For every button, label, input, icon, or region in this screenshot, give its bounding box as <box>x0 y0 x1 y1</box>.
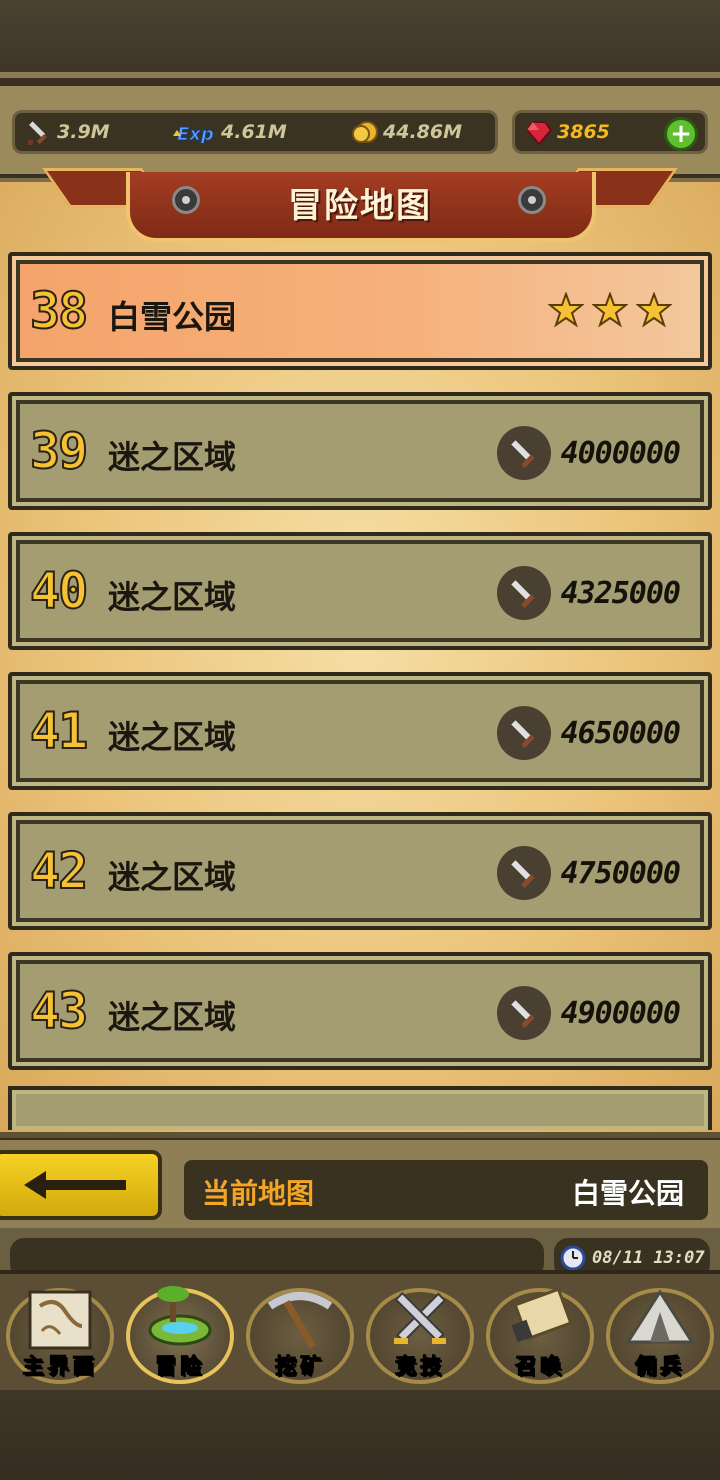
nav-main[interactable]: 主界面 <box>2 1280 118 1386</box>
add-gems-button[interactable]: + <box>664 117 698 151</box>
red-gem-icon <box>525 118 553 146</box>
level-row-43[interactable]: 43 迷之区域 4900000 <box>8 952 712 1070</box>
sword-icon <box>496 426 551 480</box>
nav-adventure[interactable]: 冒险 <box>122 1280 238 1386</box>
attack-resource: 3.9M <box>25 113 110 151</box>
level-number: 39 <box>29 421 89 481</box>
level-number: 40 <box>29 561 89 621</box>
nav-mining[interactable]: 挖矿 <box>242 1280 358 1386</box>
nav-label: 冒险 <box>155 1354 205 1379</box>
cost-value: 4750000 <box>560 855 681 891</box>
pickaxe-icon <box>267 1292 333 1349</box>
level-row-partial[interactable] <box>8 1086 712 1130</box>
gold-value: 44.86M <box>383 121 463 143</box>
sword-icon <box>25 118 53 146</box>
level-number: 38 <box>29 281 89 341</box>
gold-coin-icon <box>351 118 379 146</box>
bottom-nav: 主界面 冒险 挖矿 竞技 召唤 佣兵 <box>0 1270 720 1390</box>
level-row-41[interactable]: 41 迷之区域 4650000 <box>8 672 712 790</box>
level-name: 迷之区域 <box>108 438 237 476</box>
nav-label: 佣兵 <box>635 1354 685 1379</box>
sword-icon <box>496 706 551 760</box>
level-name: 迷之区域 <box>108 998 237 1036</box>
level-name: 迷之区域 <box>108 578 237 616</box>
sword-icon <box>496 846 551 900</box>
unlock-cost: 4900000 <box>496 986 681 1040</box>
unlock-cost: 4750000 <box>496 846 681 900</box>
nav-label: 挖矿 <box>275 1354 325 1379</box>
clock-text: 08/11 13:07 <box>592 1248 705 1268</box>
current-map-box: 当前地图 白雪公园 <box>184 1160 708 1220</box>
level-row-38[interactable]: 38 白雪公园 <box>8 252 712 370</box>
sword-icon <box>496 986 551 1040</box>
back-arrow-icon <box>24 1171 126 1199</box>
resource-pill-main: 3.9M Exp 4.61M 44.86M <box>12 110 498 154</box>
top-map-background <box>0 0 720 78</box>
current-map-bar: 当前地图 白雪公园 <box>0 1140 720 1228</box>
title-banner: 冒险地图 <box>41 166 679 246</box>
cost-value: 4325000 <box>560 575 681 611</box>
nav-label: 竞技 <box>395 1354 445 1379</box>
unlock-cost: 4000000 <box>496 426 681 480</box>
gem-value: 3865 <box>557 121 610 143</box>
plus-icon: + <box>670 119 692 149</box>
star-icon <box>592 292 628 328</box>
nav-arena[interactable]: 竞技 <box>362 1280 478 1386</box>
level-row-39[interactable]: 39 迷之区域 4000000 <box>8 392 712 510</box>
resource-bar: 3.9M Exp 4.61M 44.86M 3865 <box>0 86 720 174</box>
back-button[interactable] <box>0 1150 162 1220</box>
nav-label: 主界面 <box>22 1354 98 1379</box>
sword-icon <box>496 566 551 620</box>
current-map-value: 白雪公园 <box>571 1177 684 1210</box>
nav-mercenary[interactable]: 佣兵 <box>602 1280 718 1386</box>
bottom-map-background <box>0 1390 720 1480</box>
svg-text:Exp: Exp <box>177 124 214 145</box>
scroll-map-icon <box>28 1290 92 1350</box>
unlock-cost: 4325000 <box>496 566 681 620</box>
gold-resource: 44.86M <box>351 113 462 151</box>
current-map-label: 当前地图 <box>202 1177 315 1210</box>
page-title: 冒险地图 <box>288 186 432 226</box>
level-row-40[interactable]: 40 迷之区域 4325000 <box>8 532 712 650</box>
level-number: 43 <box>29 981 89 1041</box>
cost-value: 4900000 <box>560 995 681 1031</box>
tent-icon <box>625 1289 695 1344</box>
level-row-42[interactable]: 42 迷之区域 4750000 <box>8 812 712 930</box>
clock-icon <box>560 1245 586 1271</box>
level-number: 42 <box>29 841 89 901</box>
level-number: 41 <box>29 701 89 761</box>
level-name: 迷之区域 <box>108 718 237 756</box>
cost-value: 4650000 <box>560 715 681 751</box>
exp-value: 4.61M <box>221 121 287 143</box>
summon-scroll-icon <box>511 1287 573 1343</box>
level-name: 迷之区域 <box>108 858 237 896</box>
star-icon <box>548 292 584 328</box>
gem-resource: 3865 <box>525 113 610 151</box>
star-icon <box>636 292 672 328</box>
nav-summon[interactable]: 召唤 <box>482 1280 598 1386</box>
crossed-swords-icon <box>394 1291 447 1344</box>
cost-value: 4000000 <box>560 435 681 471</box>
exp-resource: Exp 4.61M <box>171 113 287 151</box>
attack-value: 3.9M <box>57 121 110 143</box>
level-name: 白雪公园 <box>108 298 237 336</box>
floating-island-icon <box>148 1286 212 1346</box>
level-stars <box>548 292 672 328</box>
exp-icon: Exp <box>171 118 217 146</box>
nav-label: 召唤 <box>515 1354 565 1379</box>
unlock-cost: 4650000 <box>496 706 681 760</box>
